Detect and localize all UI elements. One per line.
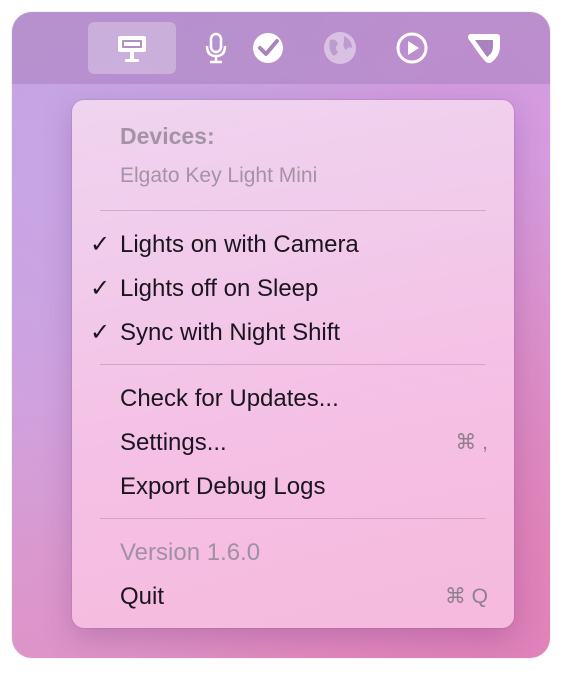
dropdown-menu: Devices: Elgato Key Light Mini ✓ Lights … — [72, 100, 514, 628]
menu-item-settings[interactable]: Settings... ⌘ , — [72, 425, 514, 461]
quit-shortcut: ⌘ Q — [444, 585, 488, 608]
menu-item-lights-on-with-camera[interactable]: ✓ Lights on with Camera — [72, 227, 514, 263]
separator — [100, 210, 486, 211]
version-label: Version 1.6.0 — [120, 539, 261, 566]
menu-item-lights-off-on-sleep[interactable]: ✓ Lights off on Sleep — [72, 271, 514, 307]
checkmark-icon: ✓ — [90, 231, 111, 258]
menu-item-quit[interactable]: Quit ⌘ Q — [72, 579, 514, 615]
microphone-icon[interactable] — [190, 22, 242, 74]
shield-icon[interactable] — [458, 22, 510, 74]
desktop-background: Devices: Elgato Key Light Mini ✓ Lights … — [12, 12, 550, 658]
menu-item-check-for-updates[interactable]: Check for Updates... — [72, 381, 514, 417]
separator — [100, 364, 486, 365]
play-circle-icon[interactable] — [386, 22, 438, 74]
globe-icon[interactable] — [314, 22, 366, 74]
menu-bar — [12, 12, 550, 84]
checkmark-circle-icon[interactable] — [242, 22, 294, 74]
devices-header: Devices: — [120, 123, 215, 149]
key-light-icon[interactable] — [88, 22, 176, 74]
menu-item-export-debug-logs[interactable]: Export Debug Logs — [72, 469, 514, 505]
settings-shortcut: ⌘ , — [455, 431, 488, 454]
separator — [100, 518, 486, 519]
menu-item-sync-with-night-shift[interactable]: ✓ Sync with Night Shift — [72, 315, 514, 351]
checkmark-icon: ✓ — [90, 275, 111, 302]
checkmark-icon: ✓ — [90, 319, 111, 346]
device-name: Elgato Key Light Mini — [120, 164, 318, 187]
